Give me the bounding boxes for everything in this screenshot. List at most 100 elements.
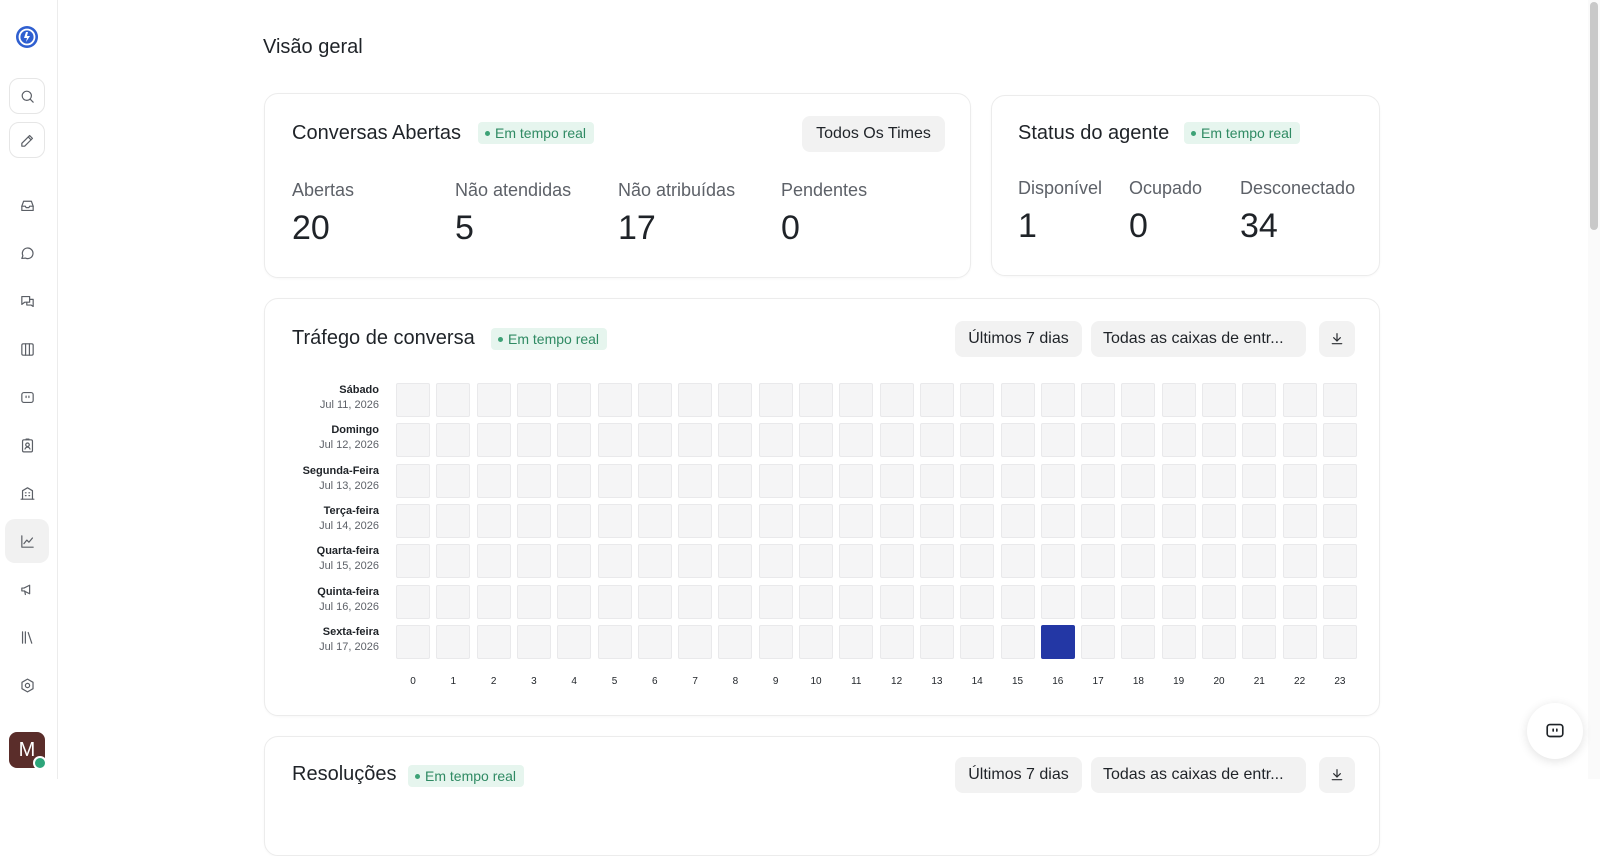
heatmap-cell[interactable]: [1040, 463, 1075, 498]
heatmap-cell[interactable]: [516, 503, 551, 538]
heatmap-cell[interactable]: [839, 584, 874, 619]
heatmap-cell[interactable]: [637, 503, 672, 538]
heatmap-cell[interactable]: [1000, 463, 1035, 498]
heatmap-cell[interactable]: [557, 584, 592, 619]
heatmap-cell[interactable]: [476, 383, 511, 417]
heatmap-cell[interactable]: [919, 463, 954, 498]
inbox-icon[interactable]: [9, 187, 45, 223]
heatmap-cell[interactable]: [516, 624, 551, 659]
heatmap-cell[interactable]: [1322, 544, 1357, 579]
heatmap-cell[interactable]: [839, 383, 874, 417]
heatmap-cell[interactable]: [1202, 624, 1236, 659]
heatmap-cell[interactable]: [1242, 503, 1277, 538]
heatmap-cell[interactable]: [919, 584, 954, 619]
heatmap-cell[interactable]: [879, 383, 914, 417]
heatmap-cell[interactable]: [396, 544, 430, 579]
heatmap-cell[interactable]: [1161, 383, 1196, 417]
heatmap-cell[interactable]: [758, 463, 793, 498]
heatmap-cell[interactable]: [557, 463, 592, 498]
heatmap-cell[interactable]: [1121, 423, 1156, 458]
heatmap-cell[interactable]: [1202, 383, 1236, 417]
heatmap-cell[interactable]: [1040, 423, 1075, 458]
heatmap-cell[interactable]: [718, 503, 753, 538]
heatmap-cell[interactable]: [637, 544, 672, 579]
heatmap-cell[interactable]: [1202, 584, 1236, 619]
heatmap-cell[interactable]: [799, 624, 833, 659]
page-scrollbar[interactable]: [1588, 0, 1600, 779]
heatmap-cell[interactable]: [678, 423, 713, 458]
heatmap-cell[interactable]: [678, 383, 713, 417]
heatmap-cell[interactable]: [1322, 463, 1357, 498]
date-range-select[interactable]: Últimos 7 dias: [955, 321, 1082, 357]
heatmap-cell[interactable]: [516, 584, 551, 619]
heatmap-cell[interactable]: [1161, 423, 1196, 458]
heatmap-cell[interactable]: [960, 383, 995, 417]
heatmap-cell[interactable]: [516, 423, 551, 458]
heatmap-cell[interactable]: [1040, 503, 1075, 538]
heatmap-cell[interactable]: [799, 503, 833, 538]
heatmap-cell[interactable]: [1081, 584, 1116, 619]
heatmap-cell[interactable]: [1322, 584, 1357, 619]
heatmap-cell[interactable]: [557, 503, 592, 538]
heatmap-cell[interactable]: [758, 503, 793, 538]
heatmap-cell[interactable]: [799, 463, 833, 498]
heatmap-cell[interactable]: [637, 423, 672, 458]
heatmap-cell[interactable]: [1282, 624, 1317, 659]
heatmap-cell[interactable]: [960, 423, 995, 458]
heatmap-cell[interactable]: [960, 584, 995, 619]
heatmap-cell[interactable]: [396, 463, 430, 498]
heatmap-cell[interactable]: [1121, 624, 1156, 659]
heatmap-cell[interactable]: [960, 544, 995, 579]
heatmap-cell[interactable]: [758, 584, 793, 619]
heatmap-cell[interactable]: [960, 503, 995, 538]
heatmap-cell[interactable]: [678, 503, 713, 538]
heatmap-cell[interactable]: [1040, 584, 1075, 619]
team-filter-button[interactable]: Todos Os Times: [802, 116, 945, 152]
heatmap-cell[interactable]: [758, 423, 793, 458]
heatmap-cell[interactable]: [718, 423, 753, 458]
heatmap-cell[interactable]: [879, 544, 914, 579]
heatmap-cell[interactable]: [1121, 503, 1156, 538]
heatmap-cell[interactable]: [960, 624, 995, 659]
logo-icon[interactable]: [9, 19, 45, 55]
heatmap-cell[interactable]: [436, 383, 471, 417]
heatmap-cell[interactable]: [1081, 544, 1116, 579]
settings-icon[interactable]: [9, 667, 45, 703]
heatmap-cell[interactable]: [799, 383, 833, 417]
heatmap-cell[interactable]: [799, 584, 833, 619]
heatmap-cell[interactable]: [436, 584, 471, 619]
heatmap-cell[interactable]: [678, 584, 713, 619]
heatmap-cell[interactable]: [1081, 503, 1116, 538]
heatmap-cell[interactable]: [1081, 463, 1116, 498]
heatmap-cell[interactable]: [1121, 544, 1156, 579]
heatmap-cell[interactable]: [516, 544, 551, 579]
heatmap-cell[interactable]: [718, 463, 753, 498]
heatmap-cell[interactable]: [637, 463, 672, 498]
download-button[interactable]: [1319, 321, 1355, 357]
heatmap-cell[interactable]: [476, 584, 511, 619]
heatmap-cell[interactable]: [637, 624, 672, 659]
heatmap-cell[interactable]: [396, 503, 430, 538]
heatmap-cell[interactable]: [1161, 544, 1196, 579]
heatmap-cell[interactable]: [879, 423, 914, 458]
date-range-select[interactable]: Últimos 7 dias: [955, 757, 1082, 793]
contacts-icon[interactable]: [9, 427, 45, 463]
heatmap-cell[interactable]: [476, 503, 511, 538]
heatmap-cell[interactable]: [1242, 383, 1277, 417]
heatmap-cell[interactable]: [1161, 503, 1196, 538]
scrollbar-thumb[interactable]: [1590, 2, 1598, 230]
heatmap-cell[interactable]: [1121, 463, 1156, 498]
heatmap-cell[interactable]: [919, 423, 954, 458]
heatmap-cell[interactable]: [919, 383, 954, 417]
heatmap-cell[interactable]: [1242, 463, 1277, 498]
heatmap-cell[interactable]: [1282, 544, 1317, 579]
heatmap-cell[interactable]: [1202, 503, 1236, 538]
heatmap-cell[interactable]: [678, 463, 713, 498]
heatmap-cell[interactable]: [1081, 624, 1116, 659]
heatmap-cell[interactable]: [436, 503, 471, 538]
heatmap-cell[interactable]: [1000, 503, 1035, 538]
heatmap-cell[interactable]: [557, 544, 592, 579]
download-button[interactable]: [1319, 757, 1355, 793]
heatmap-cell[interactable]: [516, 463, 551, 498]
heatmap-cell[interactable]: [1282, 584, 1317, 619]
